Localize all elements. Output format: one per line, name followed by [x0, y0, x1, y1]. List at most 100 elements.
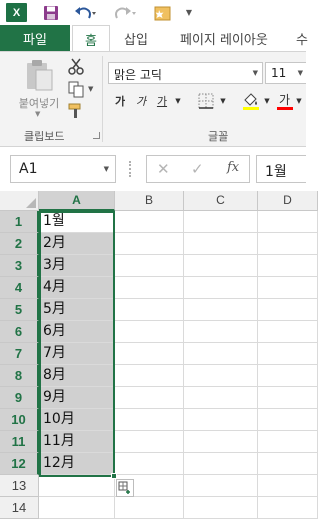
undo-icon[interactable]: [74, 3, 96, 22]
row-header[interactable]: 14: [0, 497, 39, 519]
save-icon[interactable]: [42, 3, 59, 22]
cell-b6[interactable]: [115, 321, 184, 343]
cell-d6[interactable]: [258, 321, 318, 343]
chevron-down-icon[interactable]: ▼: [173, 90, 183, 112]
cell-a5[interactable]: 5月: [39, 299, 115, 321]
chevron-down-icon[interactable]: ▼: [88, 85, 93, 93]
row-header[interactable]: 13: [0, 475, 39, 497]
row-header[interactable]: 1: [0, 211, 39, 233]
cancel-icon[interactable]: ✕: [157, 160, 170, 178]
copy-icon[interactable]: [66, 80, 86, 98]
tab-file[interactable]: 파일: [0, 25, 70, 52]
cell-c10[interactable]: [184, 409, 258, 431]
cell-b4[interactable]: [115, 277, 184, 299]
tab-home[interactable]: 홈: [72, 25, 110, 52]
cell-a12[interactable]: 12月: [39, 453, 115, 475]
row-header[interactable]: 10: [0, 409, 39, 431]
row-header[interactable]: 9: [0, 387, 39, 409]
name-box[interactable]: A1 ▼: [10, 155, 116, 183]
tab-page-layout[interactable]: 페이지 레이아웃: [180, 25, 268, 52]
insert-function-icon[interactable]: fx: [227, 160, 239, 175]
cell-c7[interactable]: [184, 343, 258, 365]
font-color-icon[interactable]: 가: [276, 90, 294, 112]
row-header[interactable]: 7: [0, 343, 39, 365]
tab-more[interactable]: 수: [296, 25, 308, 52]
row-header[interactable]: 12: [0, 453, 39, 475]
formula-input[interactable]: 1월: [256, 155, 306, 183]
italic-button[interactable]: 가: [133, 90, 149, 112]
cell-b10[interactable]: [115, 409, 184, 431]
cell-a14[interactable]: [39, 497, 115, 519]
cell-a10[interactable]: 10月: [39, 409, 115, 431]
cell-d11[interactable]: [258, 431, 318, 453]
cell-b8[interactable]: [115, 365, 184, 387]
formula-bar-splitter[interactable]: [129, 161, 132, 177]
row-header[interactable]: 3: [0, 255, 39, 277]
column-header-c[interactable]: C: [184, 191, 258, 211]
cell-b2[interactable]: [115, 233, 184, 255]
cell-b12[interactable]: [115, 453, 184, 475]
cell-d5[interactable]: [258, 299, 318, 321]
autofill-options-icon[interactable]: [116, 479, 134, 497]
cell-a13[interactable]: [39, 475, 115, 497]
column-header-a[interactable]: A: [39, 191, 115, 211]
cell-c8[interactable]: [184, 365, 258, 387]
dialog-launcher-icon[interactable]: [93, 132, 100, 139]
cell-b11[interactable]: [115, 431, 184, 453]
cell-a7[interactable]: 7月: [39, 343, 115, 365]
chevron-down-icon[interactable]: ▼: [35, 110, 40, 118]
customize-icon[interactable]: ▼: [183, 3, 195, 22]
cell-d1[interactable]: [258, 211, 318, 233]
cell-c9[interactable]: [184, 387, 258, 409]
chevron-down-icon[interactable]: ▼: [262, 90, 272, 112]
cell-a8[interactable]: 8月: [39, 365, 115, 387]
row-header[interactable]: 5: [0, 299, 39, 321]
row-header[interactable]: 11: [0, 431, 39, 453]
column-header-b[interactable]: B: [115, 191, 184, 211]
chevron-down-icon[interactable]: ▼: [104, 165, 109, 173]
cell-d12[interactable]: [258, 453, 318, 475]
cell-c12[interactable]: [184, 453, 258, 475]
cell-d10[interactable]: [258, 409, 318, 431]
cell-c4[interactable]: [184, 277, 258, 299]
fill-color-icon[interactable]: [240, 90, 262, 112]
cell-d9[interactable]: [258, 387, 318, 409]
worksheet-grid[interactable]: A B C D 1 1월 2 2月 3 3月 4 4月 5 5月 6 6月 7 7月 8 8月 9 9月 10 10月 11 11…: [0, 191, 318, 523]
cell-b5[interactable]: [115, 299, 184, 321]
cell-d8[interactable]: [258, 365, 318, 387]
chevron-down-icon[interactable]: ▼: [253, 69, 258, 77]
row-header[interactable]: 8: [0, 365, 39, 387]
cell-b1[interactable]: [115, 211, 184, 233]
cell-a4[interactable]: 4月: [39, 277, 115, 299]
cell-d3[interactable]: [258, 255, 318, 277]
borders-icon[interactable]: [196, 90, 216, 112]
row-header[interactable]: 6: [0, 321, 39, 343]
paste-icon[interactable]: [22, 58, 56, 92]
chevron-down-icon[interactable]: ▼: [294, 90, 304, 112]
underline-button[interactable]: 가: [154, 90, 170, 112]
enter-icon[interactable]: ✓: [191, 160, 204, 178]
cell-c6[interactable]: [184, 321, 258, 343]
paste-label[interactable]: 붙여넣기: [14, 95, 64, 111]
app-icon[interactable]: [153, 3, 171, 22]
row-header[interactable]: 4: [0, 277, 39, 299]
tab-insert[interactable]: 삽입: [124, 25, 148, 52]
cell-c14[interactable]: [184, 497, 258, 519]
cell-c2[interactable]: [184, 233, 258, 255]
cell-d7[interactable]: [258, 343, 318, 365]
redo-icon[interactable]: [114, 3, 136, 22]
cell-b14[interactable]: [115, 497, 184, 519]
cell-c3[interactable]: [184, 255, 258, 277]
cell-d2[interactable]: [258, 233, 318, 255]
chevron-down-icon[interactable]: ▼: [298, 69, 303, 77]
row-header[interactable]: 2: [0, 233, 39, 255]
cell-c1[interactable]: [184, 211, 258, 233]
font-name-combobox[interactable]: 맑은 고딕 ▼: [108, 62, 263, 84]
cell-c5[interactable]: [184, 299, 258, 321]
font-size-combobox[interactable]: 11 ▼: [265, 62, 306, 84]
cell-a1[interactable]: 1월: [39, 211, 115, 233]
cell-c13[interactable]: [184, 475, 258, 497]
cell-b9[interactable]: [115, 387, 184, 409]
cell-a3[interactable]: 3月: [39, 255, 115, 277]
cell-d14[interactable]: [258, 497, 318, 519]
